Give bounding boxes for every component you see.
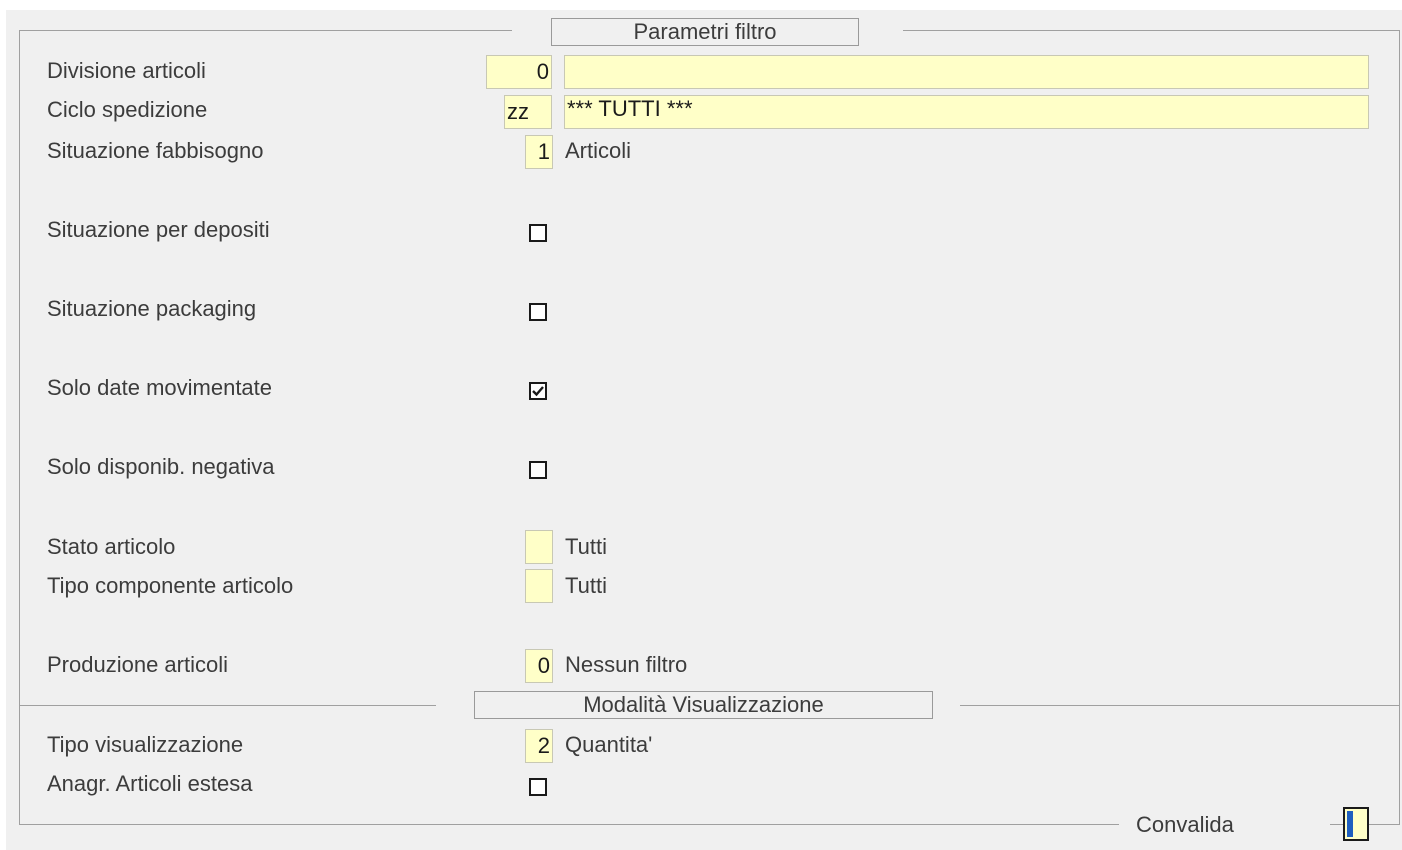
situazione-fabbisogno-description: Articoli xyxy=(565,138,632,163)
divisione-articoli-description-field[interactable] xyxy=(564,55,1369,89)
produzione-articoli-label: Produzione articoli xyxy=(47,652,228,677)
stato-articolo-description: Tutti xyxy=(565,534,607,559)
stato-articolo-code-input[interactable] xyxy=(525,530,553,564)
tipo-componente-description: Tutti xyxy=(565,573,607,598)
situazione-fabbisogno-label: Situazione fabbisogno xyxy=(47,138,264,163)
ciclo-spedizione-code-input[interactable]: zz xyxy=(504,95,552,129)
tipo-componente-code-input[interactable] xyxy=(525,569,553,603)
filter-params-title: Parametri filtro xyxy=(551,18,859,46)
tipo-visualizzazione-description: Quantita' xyxy=(565,732,653,757)
solo-disponib-negativa-label: Solo disponib. negativa xyxy=(47,454,275,479)
divisione-articoli-code-input[interactable]: 0 xyxy=(486,55,552,89)
tipo-visualizzazione-code-input[interactable]: 2 xyxy=(525,729,553,763)
ciclo-spedizione-label: Ciclo spedizione xyxy=(47,97,208,122)
ciclo-spedizione-description-field[interactable]: *** TUTTI *** xyxy=(564,95,1369,129)
situazione-packaging-checkbox[interactable] xyxy=(529,303,547,321)
convalida-label: Convalida xyxy=(1136,812,1234,837)
filter-frame-top-left xyxy=(19,30,512,31)
solo-date-movimentate-checkbox[interactable] xyxy=(529,382,547,400)
stato-articolo-label: Stato articolo xyxy=(47,534,176,559)
convalida-button[interactable] xyxy=(1343,807,1369,841)
produzione-articoli-code-input[interactable]: 0 xyxy=(525,649,553,683)
display-mode-title: Modalità Visualizzazione xyxy=(474,691,933,719)
solo-date-movimentate-label: Solo date movimentate xyxy=(47,375,273,400)
situazione-packaging-label: Situazione packaging xyxy=(47,296,257,321)
divisione-articoli-label: Divisione articoli xyxy=(47,58,206,83)
filter-frame-top-right xyxy=(903,30,1400,31)
display-frame-top-right xyxy=(960,705,1400,706)
tipo-componente-label: Tipo componente articolo xyxy=(47,573,294,598)
produzione-articoli-description: Nessun filtro xyxy=(565,652,688,677)
anagr-estesa-label: Anagr. Articoli estesa xyxy=(47,771,253,796)
display-frame-top-left xyxy=(19,705,436,706)
situazione-depositi-checkbox[interactable] xyxy=(529,224,547,242)
confirm-indicator-icon xyxy=(1347,811,1353,837)
solo-disponib-negativa-checkbox[interactable] xyxy=(529,461,547,479)
checkmark-icon xyxy=(532,386,544,397)
situazione-depositi-label: Situazione per depositi xyxy=(47,217,270,242)
anagr-estesa-checkbox[interactable] xyxy=(529,778,547,796)
frame-bottom-left xyxy=(19,824,1119,825)
tipo-visualizzazione-label: Tipo visualizzazione xyxy=(47,732,244,757)
situazione-fabbisogno-code-input[interactable]: 1 xyxy=(525,135,553,169)
